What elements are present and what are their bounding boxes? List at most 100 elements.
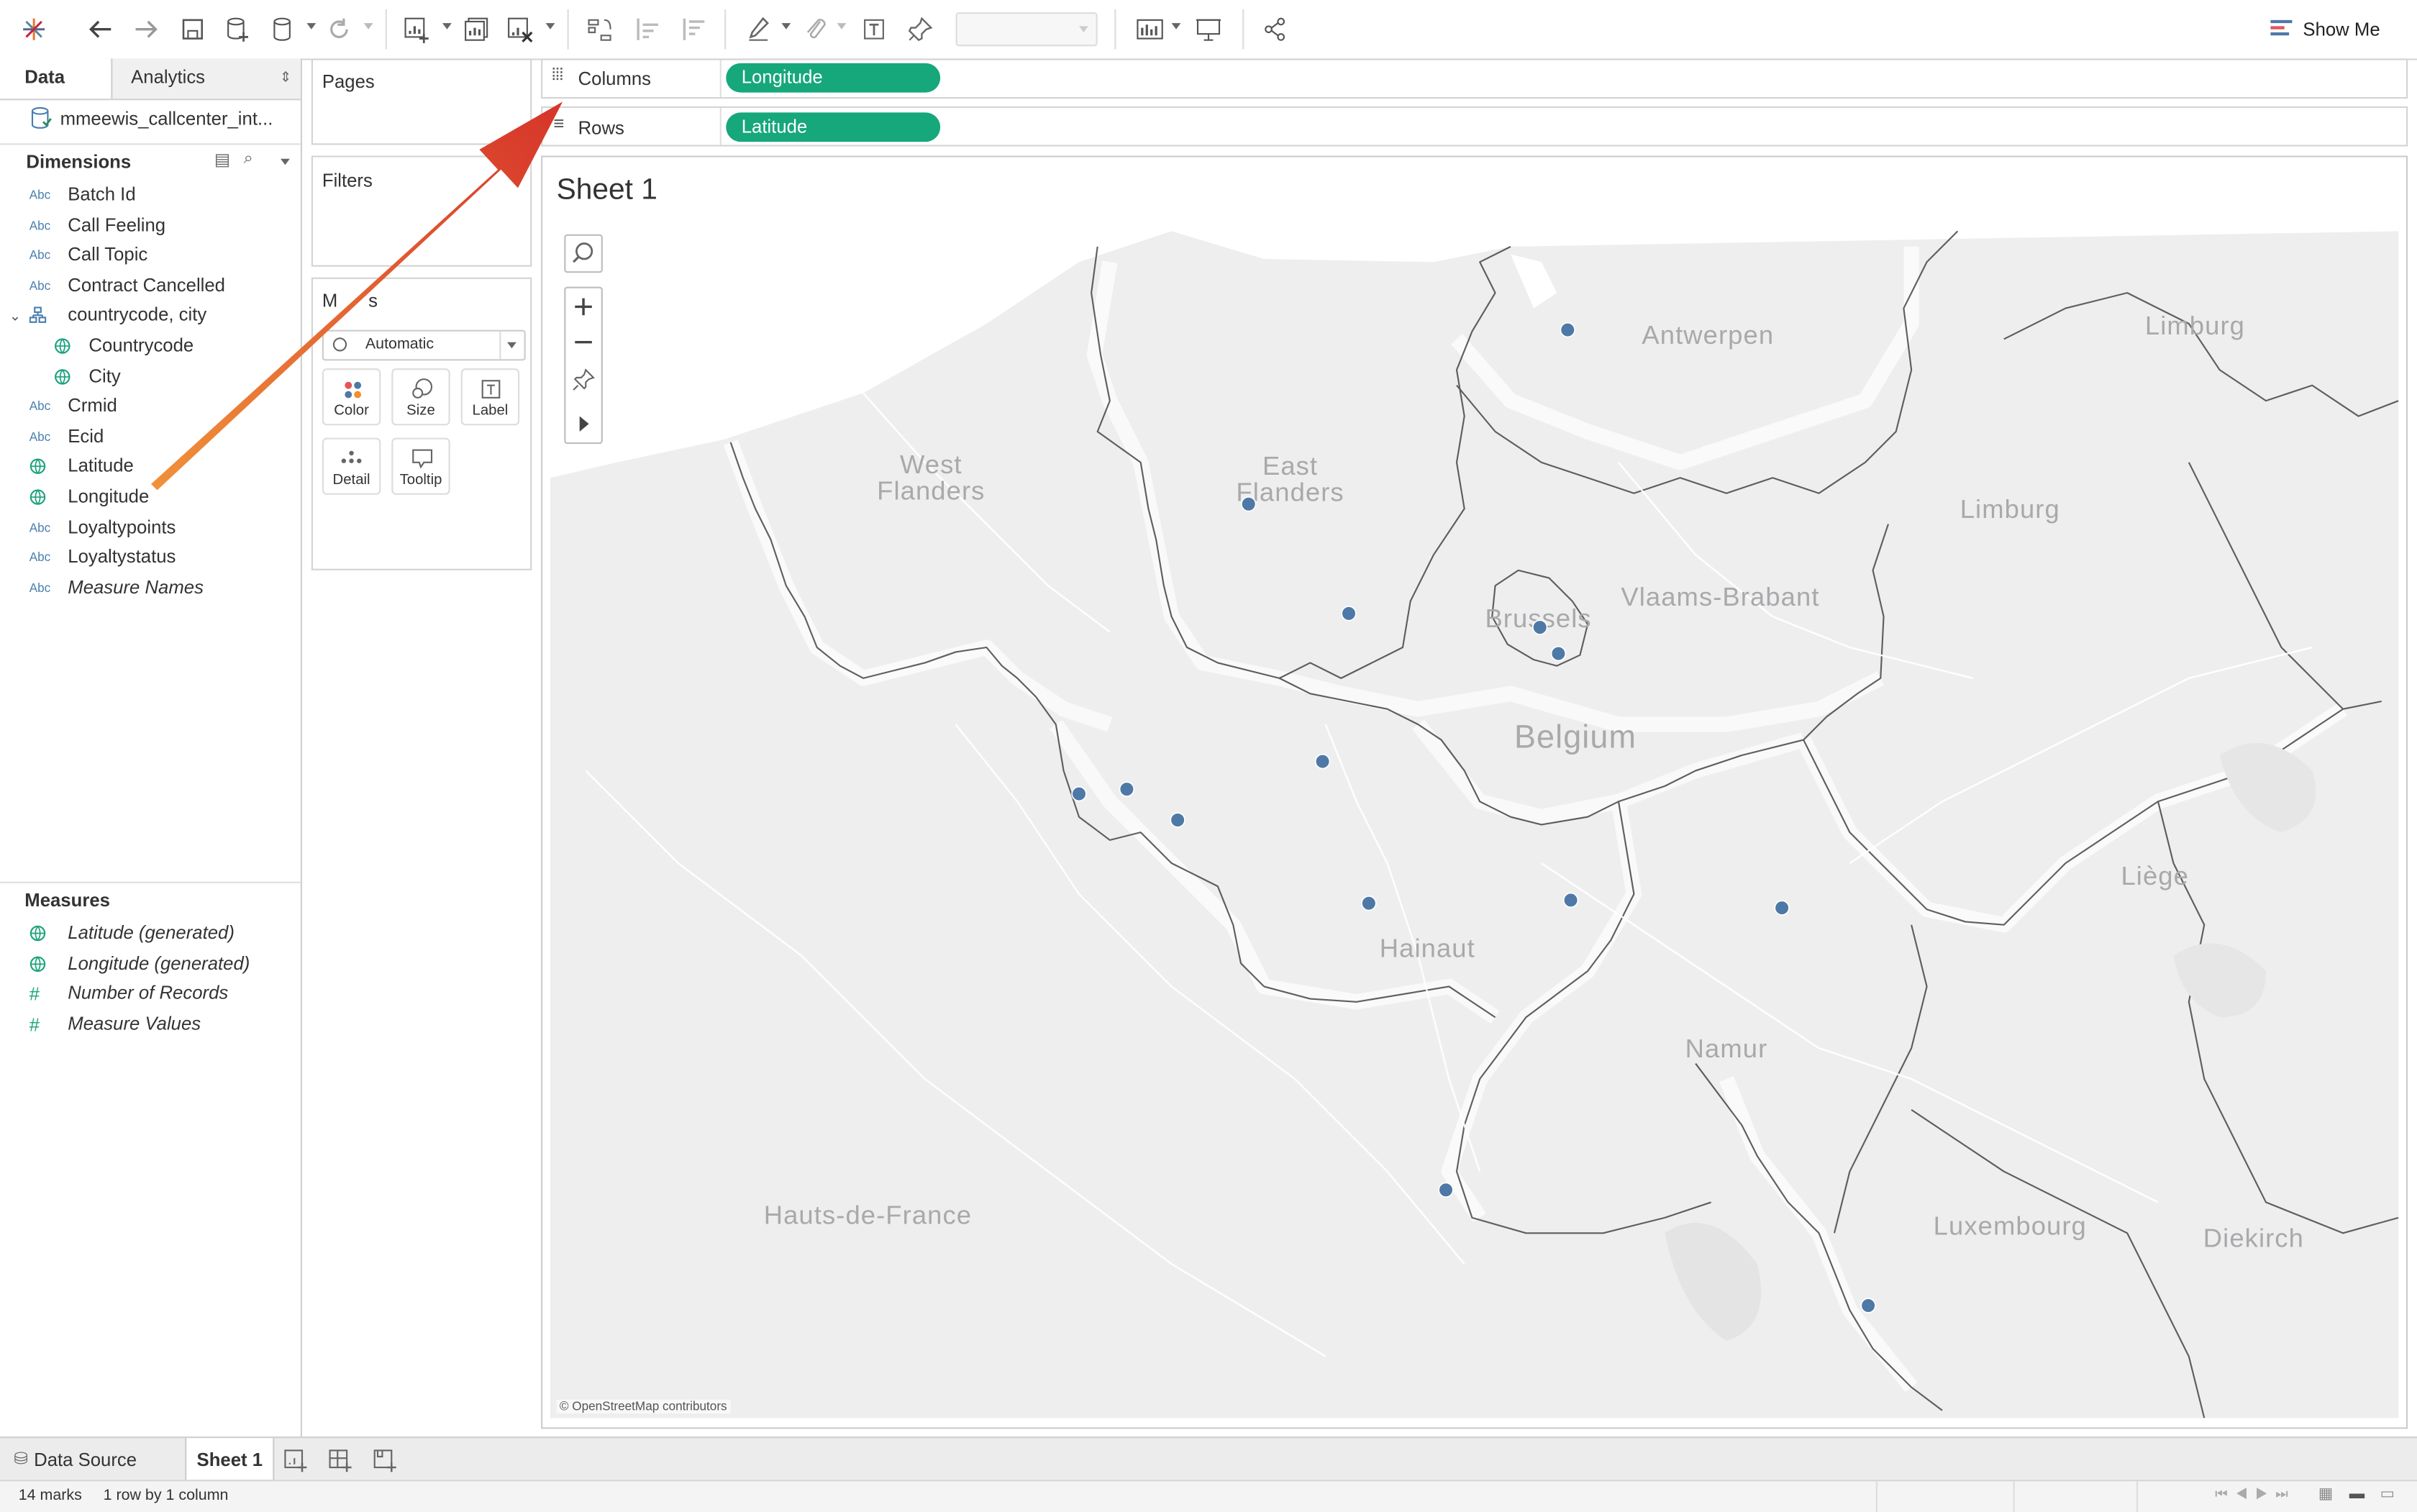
map-mark[interactable] (1774, 900, 1790, 916)
globe-icon (29, 483, 47, 512)
map-mark[interactable] (1240, 496, 1257, 512)
chevron-down-icon[interactable] (306, 23, 317, 29)
map-mark[interactable] (1438, 1182, 1454, 1198)
chevron-down-icon[interactable] (442, 23, 452, 29)
string-type-icon: Abc (29, 580, 51, 595)
field-label: Latitude (68, 455, 134, 477)
map-mark[interactable] (1341, 606, 1357, 621)
status-bar: 14 marks 1 row by 1 column ⏮◀▶⏭ ▦ ▬ ▭ (0, 1480, 2417, 1512)
save-icon[interactable] (176, 12, 209, 46)
toolbar-divider (724, 9, 727, 50)
field-label: Latitude (generated) (68, 921, 235, 944)
new-story-icon[interactable] (373, 1447, 398, 1480)
pin-icon[interactable] (903, 12, 937, 46)
field-label: Loyaltystatus (68, 545, 176, 568)
chevron-down-icon[interactable] (1171, 23, 1181, 29)
rows-shelf[interactable]: ≡ Rows Latitude (541, 106, 2408, 147)
map-attribution[interactable]: © OpenStreetMap contributors (556, 1399, 730, 1413)
map-mark[interactable] (1560, 322, 1576, 338)
measure-field[interactable]: # Number of Records (0, 979, 301, 1008)
field-label: Crmid (68, 394, 117, 416)
refresh-icon[interactable] (322, 12, 356, 46)
map-mark[interactable] (1532, 619, 1548, 635)
field-label: City (88, 364, 121, 386)
chevron-down-icon[interactable] (363, 23, 373, 29)
share-icon[interactable] (1258, 12, 1292, 46)
string-type-icon: Abc (29, 218, 51, 232)
sheet1-tab[interactable]: Sheet 1 (185, 1438, 275, 1480)
dimension-field[interactable]: Abc Loyaltystatus (0, 543, 301, 573)
tab-data[interactable]: Data (0, 58, 111, 99)
longitude-pill[interactable]: Longitude (726, 63, 941, 93)
marks-count: 14 marks (18, 1487, 82, 1505)
show-me-button[interactable]: Show Me (2269, 15, 2411, 43)
divider (719, 60, 722, 97)
show-me-label: Show Me (2303, 18, 2380, 40)
dimension-field[interactable]: Abc Measure Names (0, 573, 301, 603)
show-mark-labels-icon[interactable] (857, 12, 891, 46)
field-label: Ecid (68, 424, 104, 447)
filmstrip-view-icon[interactable]: ▬ (2349, 1486, 2364, 1503)
toolbar-divider (567, 9, 569, 50)
data-source-tab[interactable]: ⛁ Data Source (0, 1438, 182, 1481)
columns-shelf[interactable]: ⦙⦙⦙ Columns Longitude (541, 58, 2408, 99)
grid-view-icon[interactable]: ▦ (2318, 1486, 2333, 1503)
map-mark[interactable] (1119, 781, 1135, 797)
duplicate-sheet-icon[interactable] (460, 12, 493, 46)
new-worksheet-icon[interactable] (399, 12, 433, 46)
tableau-logo-icon[interactable] (19, 12, 50, 46)
dimensions-header: Dimensions (26, 151, 132, 173)
latitude-pill[interactable]: Latitude (726, 112, 941, 142)
chevron-down-icon[interactable]: ⌄ (9, 301, 21, 331)
map[interactable]: Antwerpen Limburg West Flanders East Fland… (550, 219, 2399, 1418)
highlight-icon[interactable] (742, 12, 775, 46)
map-mark[interactable] (1562, 892, 1579, 908)
string-type-icon: Abc (29, 399, 51, 414)
sort-descending-icon[interactable] (677, 12, 711, 46)
measure-field[interactable]: Latitude (generated) (0, 919, 301, 948)
chevron-down-icon[interactable] (781, 23, 791, 29)
string-type-icon: Abc (29, 278, 51, 293)
redo-icon[interactable] (129, 12, 163, 46)
map-mark[interactable] (1550, 645, 1567, 662)
tabs-view-icon[interactable]: ▭ (2380, 1486, 2395, 1503)
fit-dropdown[interactable] (955, 12, 1098, 47)
string-type-icon: Abc (29, 550, 51, 565)
map-mark[interactable] (1361, 895, 1377, 911)
map-mark[interactable] (1314, 753, 1331, 770)
show-cards-icon[interactable] (1133, 12, 1167, 46)
group-members-icon[interactable] (798, 12, 832, 46)
tableau-window: Show Me Data Analytics ⇕ mmeewis_callcen… (0, 0, 2417, 1512)
new-datasource-icon[interactable] (220, 12, 254, 46)
new-worksheet-icon[interactable] (283, 1447, 308, 1480)
dimension-field[interactable]: Abc Loyaltypoints (0, 513, 301, 542)
marks-layer (1071, 322, 1876, 1313)
sheet-navigation-icons[interactable]: ⏮◀▶⏭ (2215, 1486, 2295, 1503)
chevron-down-icon (1079, 26, 1088, 32)
undo-icon[interactable] (83, 12, 117, 46)
pause-datasource-icon[interactable] (265, 12, 299, 46)
string-type-icon: Abc (29, 188, 51, 202)
map-mark[interactable] (1860, 1298, 1876, 1313)
hierarchy-icon (29, 301, 47, 331)
divider (2013, 1481, 2015, 1512)
presentation-mode-icon[interactable] (1191, 12, 1225, 46)
new-dashboard-icon[interactable] (328, 1447, 352, 1480)
string-type-icon: Abc (29, 520, 51, 534)
database-icon (31, 106, 53, 131)
map-mark[interactable] (1071, 785, 1087, 802)
measure-field[interactable]: # Measure Values (0, 1009, 301, 1039)
chevron-down-icon[interactable] (837, 23, 847, 29)
clear-sheet-icon[interactable] (503, 12, 537, 46)
field-label: Measure Values (68, 1012, 201, 1034)
chevron-down-icon[interactable] (545, 23, 555, 29)
field-label: Batch Id (68, 183, 136, 205)
annotation-arrow-icon (151, 101, 563, 491)
swap-rows-columns-icon[interactable] (583, 12, 616, 46)
sort-ascending-icon[interactable] (630, 12, 664, 46)
map-mark[interactable] (1170, 812, 1185, 828)
measure-field[interactable]: Longitude (generated) (0, 949, 301, 978)
toolbar-divider (1242, 9, 1244, 50)
divider (1875, 1481, 1877, 1512)
measures-header: Measures (24, 889, 110, 911)
